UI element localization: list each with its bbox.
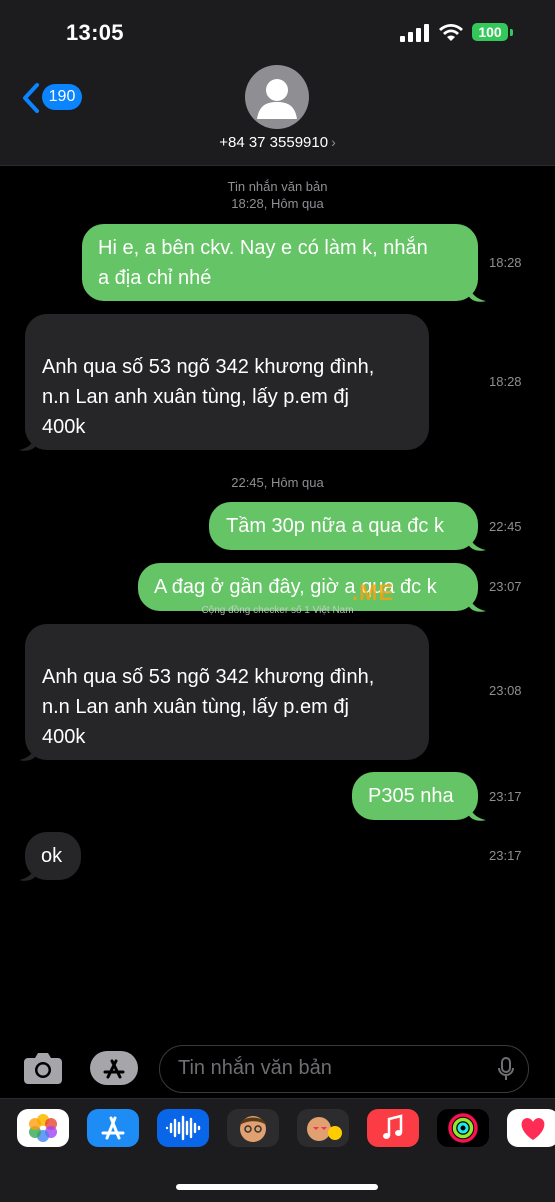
message-time: 18:28	[489, 255, 522, 270]
person-icon	[257, 79, 297, 119]
message-time: 23:08	[489, 683, 522, 698]
message-time: 23:17	[489, 848, 522, 863]
bubble-tail	[468, 532, 486, 551]
activity-icon[interactable]	[437, 1109, 489, 1147]
message-line: Hi e, a bên ckv. Nay e có làm k, nhắn	[98, 237, 428, 259]
message-input-placeholder: Tin nhắn văn bản	[178, 1057, 332, 1079]
app-store-icon	[103, 1059, 125, 1079]
memoji-stickers-icon[interactable]	[297, 1109, 349, 1147]
contact-number: +84 37 3559910	[219, 134, 329, 151]
message-bubble-outgoing[interactable]: Hi e, a bên ckv. Nay e có làm k, nhắn a …	[82, 224, 478, 301]
message-line: ok	[41, 845, 63, 867]
message-bubble-outgoing[interactable]: A đag ở gần đây, giờ a qua đc k	[138, 563, 478, 611]
status-bar: 13:05 100	[0, 0, 555, 62]
bubble-tail	[19, 862, 37, 881]
section-timestamp: 22:45, Hôm qua	[231, 475, 324, 490]
message-line: 400k	[42, 726, 86, 748]
bubble-tail	[468, 283, 486, 302]
message-line: Tầm 30p nữa a qua đc k	[226, 515, 444, 537]
message-time: 22:45	[489, 519, 522, 534]
bubble-tail	[19, 742, 37, 761]
cellular-signal-icon	[400, 24, 429, 42]
message-time: 23:07	[489, 579, 522, 594]
app-store-icon[interactable]	[87, 1109, 139, 1147]
message-input[interactable]: Tin nhắn văn bản	[159, 1045, 529, 1093]
battery-tip	[510, 29, 513, 36]
contact-avatar[interactable]	[245, 65, 309, 129]
audio-message-icon[interactable]	[157, 1109, 209, 1147]
microphone-icon[interactable]	[498, 1057, 514, 1081]
wifi-icon	[439, 24, 463, 41]
watermark-text: Cộng đồng checker số 1 Việt Nam	[201, 605, 354, 616]
message-bubble-incoming[interactable]: Anh qua số 53 ngõ 342 khương đình, n.n L…	[25, 624, 429, 760]
status-time: 13:05	[66, 20, 124, 45]
photos-icon[interactable]	[17, 1109, 69, 1147]
bubble-tail	[468, 802, 486, 821]
battery-indicator: 100	[472, 23, 508, 41]
message-line: Anh qua số 53 ngõ 342 khương đình,	[42, 666, 375, 688]
message-bubble-outgoing[interactable]: Tầm 30p nữa a qua đc k	[209, 502, 478, 550]
message-line: Anh qua số 53 ngõ 342 khương đình,	[42, 356, 375, 378]
digital-touch-icon[interactable]	[507, 1109, 555, 1147]
memoji-icon[interactable]	[227, 1109, 279, 1147]
message-line: n.n Lan anh xuân tùng, lấy p.em đj	[42, 386, 349, 408]
message-line: 400k	[42, 416, 86, 438]
message-line: n.n Lan anh xuân tùng, lấy p.em đj	[42, 696, 349, 718]
watermark-logo: .ME	[352, 580, 395, 605]
message-line: A đag ở gần đây, giờ a qua đc k	[154, 576, 437, 598]
camera-icon[interactable]	[22, 1050, 64, 1086]
service-timestamp: 18:28, Hôm qua	[231, 196, 324, 211]
home-indicator[interactable]	[176, 1184, 378, 1190]
message-bubble-outgoing[interactable]: P305 nha	[352, 772, 478, 820]
back-unread-count[interactable]: 190	[42, 84, 82, 110]
message-line: a địa chỉ nhé	[98, 267, 212, 289]
contact-name[interactable]: +84 37 3559910 ›	[0, 134, 555, 151]
message-line: P305 nha	[368, 785, 454, 807]
service-label: Tin nhắn văn bản	[227, 179, 328, 194]
bubble-tail	[19, 432, 37, 451]
message-bubble-incoming[interactable]: Anh qua số 53 ngõ 342 khương đình, n.n L…	[25, 314, 429, 450]
music-icon[interactable]	[367, 1109, 419, 1147]
message-time: 18:28	[489, 374, 522, 389]
chevron-right-icon: ›	[331, 134, 336, 150]
back-chevron-icon[interactable]	[20, 82, 42, 114]
conversation-header: 190 +84 37 3559910 ›	[0, 62, 555, 166]
message-time: 23:17	[489, 789, 522, 804]
app-drawer-button[interactable]	[90, 1051, 138, 1085]
